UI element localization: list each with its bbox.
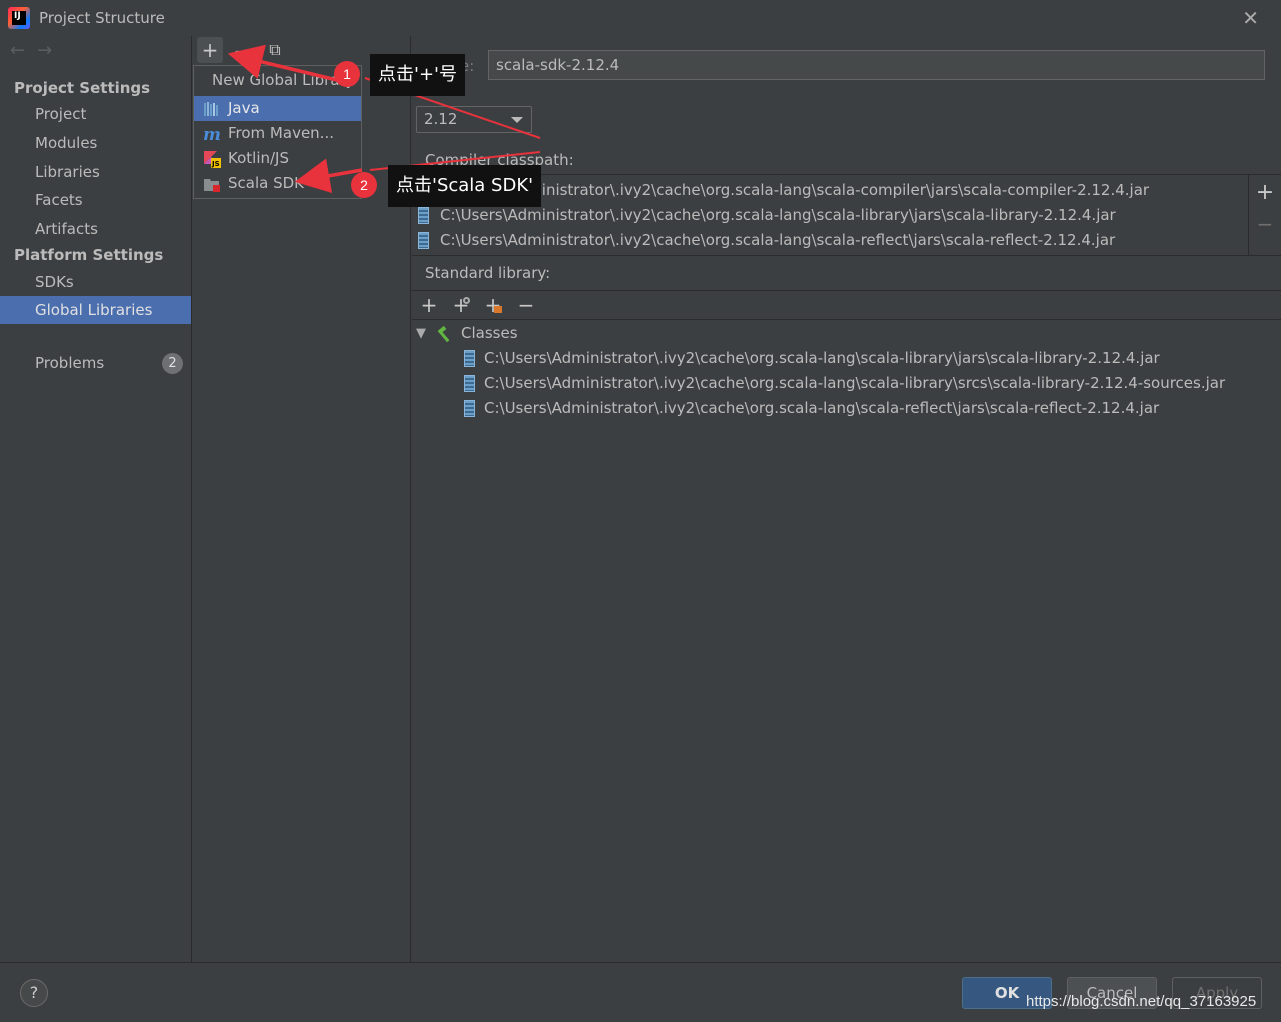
project-settings-header: Project Settings	[14, 79, 151, 97]
forward-arrow-icon[interactable]: →	[37, 40, 52, 61]
add-root-button[interactable]: +	[417, 291, 441, 319]
back-arrow-icon[interactable]: ←	[10, 40, 25, 61]
classpath-remove-button[interactable]: −	[1252, 211, 1278, 237]
add-library-button[interactable]: +	[197, 37, 223, 63]
sidebar-item-facets[interactable]: Facets	[0, 186, 191, 214]
jar-overlay-icon	[463, 297, 470, 304]
scala-version-value: 2.12	[424, 110, 458, 128]
class-root-path: C:\Users\Administrator\.ivy2\cache\org.s…	[484, 374, 1226, 392]
jar-file-icon	[464, 400, 475, 417]
step1-callout: 点击'+'号	[370, 54, 465, 96]
svg-text:JS: JS	[211, 160, 220, 168]
popup-item-label: Kotlin/JS	[228, 149, 289, 167]
navigation-arrows: ← →	[10, 40, 64, 61]
watermark-url: https://blog.csdn.net/qq_37163925	[1026, 993, 1257, 1010]
sidebar-item-libraries[interactable]: Libraries	[0, 158, 191, 186]
expand-triangle-icon[interactable]: ▼	[416, 321, 426, 346]
help-button[interactable]: ?	[20, 979, 48, 1007]
add-jar-button[interactable]: +	[449, 291, 473, 319]
step2-number-badge: 2	[351, 172, 377, 198]
title-bar: IJ Project Structure ✕	[0, 0, 1281, 36]
scala-version-select[interactable]: 2.12	[416, 106, 532, 133]
classpath-path: C:\Users\Administrator\.ivy2\cache\org.s…	[440, 231, 1116, 249]
kotlin-js-icon: JS	[204, 151, 221, 168]
add-folder-button[interactable]: +	[481, 291, 505, 319]
settings-sidebar: ← → Project Settings Project Modules Libr…	[0, 36, 192, 962]
sidebar-item-sdks[interactable]: SDKs	[0, 268, 191, 296]
new-global-library-popup: New Global Library Java m From Maven... …	[193, 65, 362, 199]
library-name-field[interactable]: scala-sdk-2.12.4	[488, 50, 1265, 80]
java-library-icon	[204, 102, 218, 116]
sidebar-item-global-libraries[interactable]: Global Libraries	[0, 296, 191, 324]
classpath-path: C:\Users\Administrator\.ivy2\cache\org.s…	[440, 181, 1150, 199]
window-title: Project Structure	[39, 9, 165, 27]
sidebar-item-artifacts[interactable]: Artifacts	[0, 215, 191, 243]
step2-callout: 点击'Scala SDK'	[388, 165, 542, 207]
class-root-path: C:\Users\Administrator\.ivy2\cache\org.s…	[484, 399, 1160, 417]
popup-item-scala-sdk[interactable]: Scala SDK	[194, 171, 361, 196]
popup-item-java[interactable]: Java	[194, 96, 361, 121]
svg-text:m: m	[203, 125, 221, 143]
sidebar-item-modules[interactable]: Modules	[0, 129, 191, 157]
step1-number-badge: 1	[334, 61, 360, 87]
intellij-app-icon: IJ	[8, 7, 30, 29]
classpath-add-button[interactable]: +	[1252, 180, 1278, 206]
jar-file-icon	[464, 350, 475, 367]
class-root-path: C:\Users\Administrator\.ivy2\cache\org.s…	[484, 349, 1160, 367]
popup-item-label: Java	[228, 99, 260, 117]
jar-file-icon	[418, 232, 429, 249]
jar-file-icon	[418, 207, 429, 224]
popup-item-from-maven[interactable]: m From Maven...	[194, 121, 361, 146]
folder-overlay-icon	[494, 306, 502, 313]
remove-library-button[interactable]: −	[229, 38, 255, 64]
copy-library-button[interactable]: ⧉	[262, 37, 288, 63]
classes-label: Classes	[461, 324, 518, 342]
maven-icon: m	[203, 125, 221, 143]
chevron-down-icon	[511, 117, 523, 123]
standard-library-toolbar: + + + −	[412, 290, 1281, 320]
popup-item-label: From Maven...	[228, 124, 334, 142]
platform-settings-header: Platform Settings	[14, 246, 164, 264]
classpath-path: C:\Users\Administrator\.ivy2\cache\org.s…	[440, 206, 1116, 224]
jar-file-icon	[464, 375, 475, 392]
standard-library-label: Standard library:	[425, 264, 551, 282]
library-name-value: scala-sdk-2.12.4	[496, 56, 620, 74]
sidebar-item-project[interactable]: Project	[0, 100, 191, 128]
hammer-icon	[437, 325, 450, 343]
close-icon[interactable]: ✕	[1242, 6, 1259, 30]
remove-root-button[interactable]: −	[514, 291, 538, 319]
popup-item-label: Scala SDK	[228, 174, 304, 192]
scala-sdk-icon	[204, 179, 220, 192]
problems-count-badge: 2	[162, 353, 183, 374]
popup-item-kotlin-js[interactable]: JS Kotlin/JS	[194, 146, 361, 171]
